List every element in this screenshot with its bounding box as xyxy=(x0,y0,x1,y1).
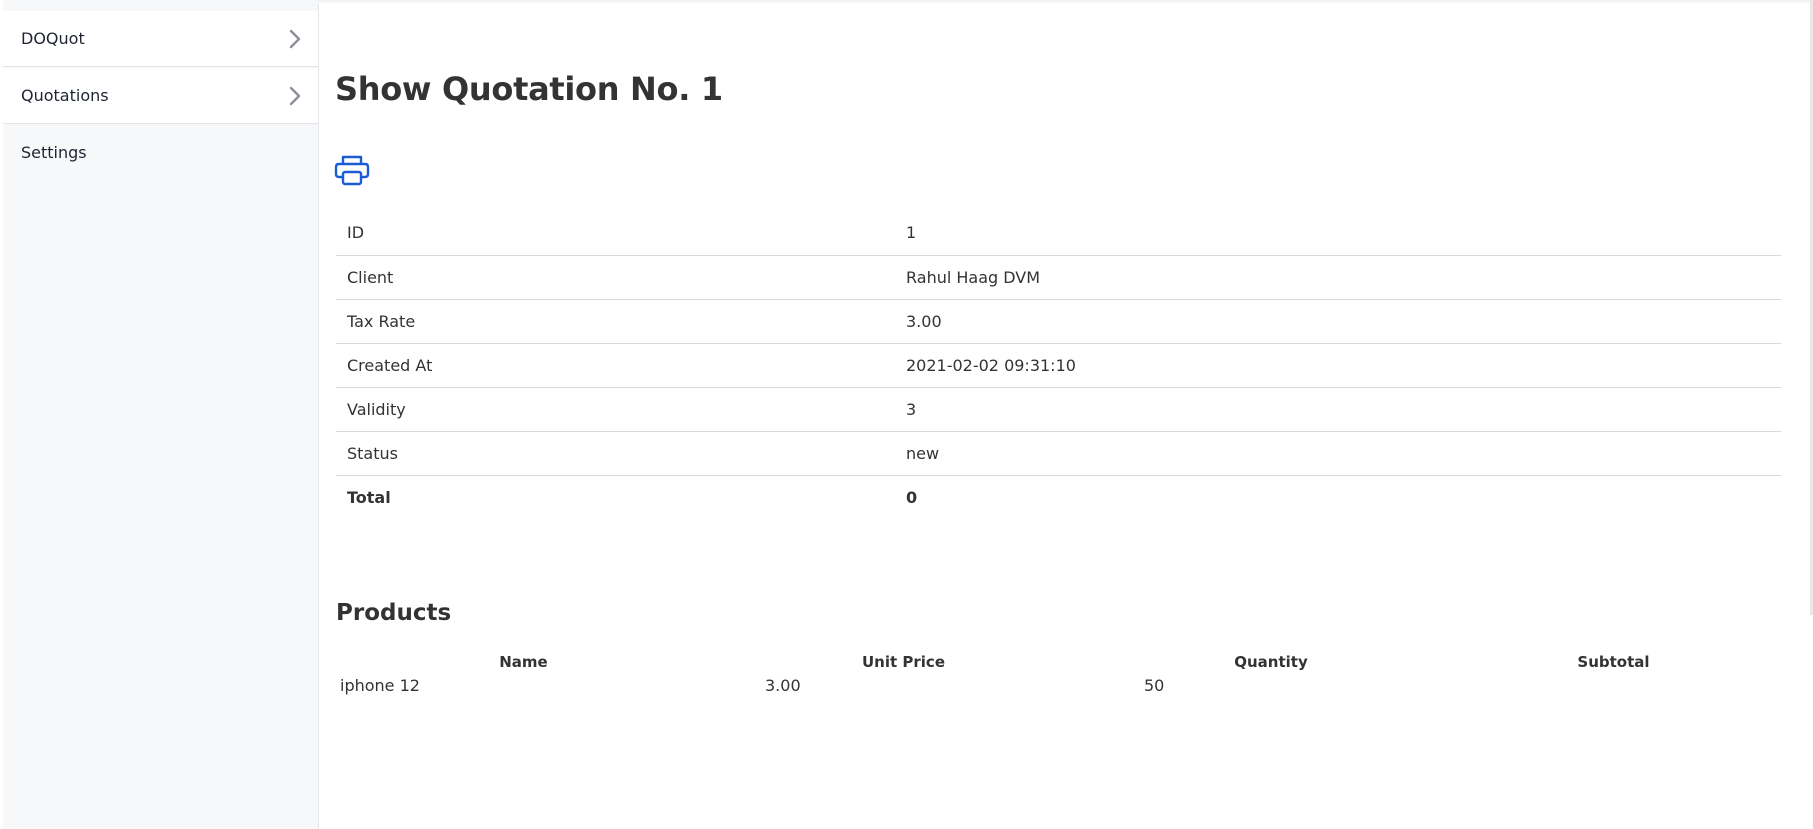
detail-row-tax-rate: Tax Rate 3.00 xyxy=(336,299,1781,344)
detail-label: Client xyxy=(336,255,895,300)
products-table: Name Unit Price Quantity Subtotal iphone… xyxy=(336,651,1781,697)
detail-value: new xyxy=(895,431,1781,476)
column-header-unit-price: Unit Price xyxy=(862,653,945,671)
products-header-row: Name Unit Price Quantity Subtotal xyxy=(336,651,1781,673)
detail-row-id: ID 1 xyxy=(336,211,1781,256)
detail-row-created-at: Created At 2021-02-02 09:31:10 xyxy=(336,343,1781,388)
table-row: iphone 12 3.00 50 xyxy=(336,673,1781,697)
detail-value: 2021-02-02 09:31:10 xyxy=(895,343,1781,388)
sidebar-item-label: Quotations xyxy=(21,86,109,105)
sidebar-item-label: DOQuot xyxy=(21,29,85,48)
page-title: Show Quotation No. 1 xyxy=(335,70,723,108)
sidebar-item-doquot[interactable]: DOQuot xyxy=(3,11,318,67)
page: DOQuot Quotations Settings Show Quotatio… xyxy=(0,0,1813,829)
product-quantity: 50 xyxy=(1144,675,1165,695)
detail-row-validity: Validity 3 xyxy=(336,387,1781,432)
detail-row-client: Client Rahul Haag DVM xyxy=(336,255,1781,300)
detail-value: 3 xyxy=(895,387,1781,432)
print-button[interactable] xyxy=(334,154,370,186)
detail-value: 1 xyxy=(895,211,1781,256)
sidebar-item-quotations[interactable]: Quotations xyxy=(3,68,318,124)
detail-label: ID xyxy=(336,211,895,256)
detail-value: 3.00 xyxy=(895,299,1781,344)
detail-label: Total xyxy=(347,487,391,507)
detail-value: 0 xyxy=(906,487,918,507)
detail-label: Created At xyxy=(336,343,895,388)
column-header-name: Name xyxy=(499,653,548,671)
detail-label: Tax Rate xyxy=(336,299,895,344)
product-subtotal xyxy=(1446,673,1781,697)
chevron-right-icon xyxy=(289,29,301,48)
sidebar-item-settings[interactable]: Settings xyxy=(3,124,318,180)
printer-icon xyxy=(334,155,370,186)
product-unit-price: 3.00 xyxy=(765,675,801,695)
detail-value: Rahul Haag DVM xyxy=(895,255,1781,300)
products-heading: Products xyxy=(336,600,452,626)
product-name: iphone 12 xyxy=(340,675,420,695)
sidebar-item-label: Settings xyxy=(21,142,87,162)
column-header-quantity: Quantity xyxy=(1234,653,1308,671)
header-shadow xyxy=(318,0,1813,4)
chevron-right-icon xyxy=(289,86,301,105)
detail-label: Status xyxy=(336,431,895,476)
sidebar: DOQuot Quotations Settings xyxy=(3,0,319,829)
detail-row-status: Status new xyxy=(336,431,1781,476)
quotation-details-table: ID 1 Client Rahul Haag DVM Tax Rate 3.00… xyxy=(336,211,1781,519)
detail-row-total: Total 0 xyxy=(336,475,1781,519)
detail-label: Validity xyxy=(336,387,895,432)
column-header-subtotal: Subtotal xyxy=(1577,653,1650,671)
